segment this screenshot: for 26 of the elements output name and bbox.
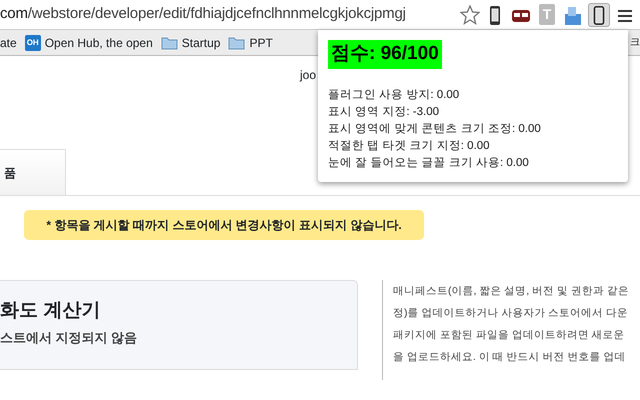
folder-icon <box>160 36 178 50</box>
score-detail-line: 눈에 잘 들어오는 글꼴 크기 사용: 0.00 <box>328 156 530 170</box>
bookmark-star-icon[interactable] <box>460 4 480 24</box>
phone-outline-icon[interactable] <box>588 2 610 26</box>
bookmark-link[interactable]: PPT <box>249 34 273 52</box>
score-detail-line: 플러그인 사용 방지: 0.00 <box>328 88 460 102</box>
score-detail-line: 적절한 탭 타겟 크기 지정: 0.00 <box>328 138 491 154</box>
card-subtitle: 스트에서 지정되지 않음 <box>0 328 138 346</box>
address-bar[interactable]: com/webstore/developer/edit/fdhiajdjcefnclhnnmelcgkjokcjpmgj <box>0 3 456 26</box>
site-badge: OH <box>24 34 41 50</box>
description-line: 매니페스트(이름, 짧은 설명, 버전 및 권한과 같은 <box>393 284 630 299</box>
description-line: 을 업로드하세요. 이 때 반드시 버전 번호를 업데 <box>393 350 626 365</box>
description-line: 정)를 업데이트하거나 사용자가 스토어에서 다운 <box>393 306 630 321</box>
score-detail-line: 표시 영역에 맞게 콘텐츠 크기 조정: 0.00 <box>328 122 542 136</box>
notice-banner: * 항목을 게시할 때까지 스토어에서 변경사항이 표시되지 않습니다. <box>24 210 424 240</box>
bookmark-link[interactable]: ate <box>0 34 17 52</box>
bookmark-link[interactable]: Open Hub, the open <box>44 34 153 52</box>
folder-icon <box>228 36 246 50</box>
card-title: 화도 계산기 <box>0 299 102 323</box>
tab[interactable]: 품 <box>0 149 66 195</box>
bookmark-link[interactable]: Startup <box>182 34 220 52</box>
score-label: 점수: 96/100 <box>328 40 442 68</box>
score-detail-line: 표시 영역 지정: -3.00 <box>328 104 440 120</box>
description-line: 패키지에 포함된 파일을 업데이트하려면 새로운 <box>393 328 626 343</box>
user-name: joo <box>300 68 316 82</box>
bookmark-link[interactable]: 크 <box>630 35 640 50</box>
